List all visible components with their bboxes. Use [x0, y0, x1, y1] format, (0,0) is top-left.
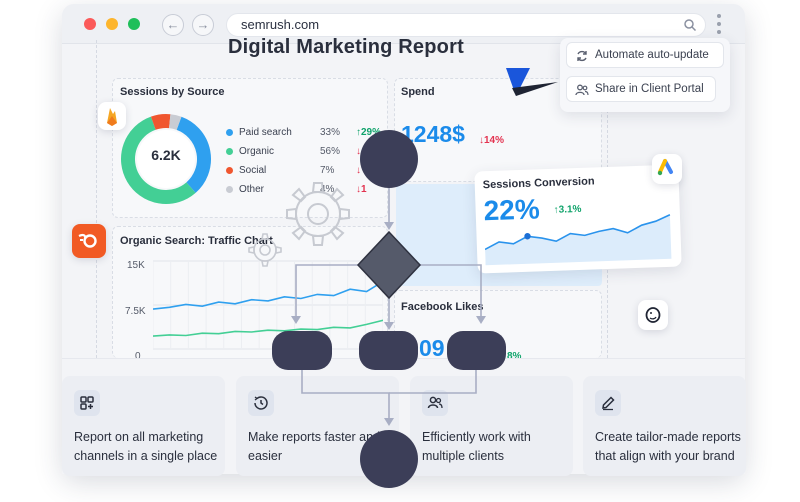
spend-change: ↓14% [479, 135, 505, 146]
button-label: Automate auto-update [595, 49, 709, 61]
y-tick-label: 15K [127, 260, 145, 271]
search-icon[interactable] [683, 18, 697, 32]
firebase-icon [98, 102, 126, 130]
flow-decision-node [356, 230, 422, 300]
flow-start-node [360, 130, 418, 188]
feature-text: Report on all marketing channels in a si… [74, 430, 218, 463]
flow-process-node-right [447, 331, 506, 370]
actions-card: Automate auto-update Share in Client Por… [560, 38, 730, 112]
flow-end-node [360, 430, 418, 488]
y-tick-label: 7.5K [125, 306, 146, 317]
conversion-area [485, 214, 672, 266]
more-menu-icon[interactable] [717, 14, 721, 36]
marketing-platform-logo-icon [502, 64, 558, 100]
minimize-window-button[interactable] [106, 18, 118, 30]
legend-label: Other [239, 184, 265, 195]
users-icon [575, 84, 589, 96]
mailchimp-icon [638, 300, 668, 330]
legend-item: Organic 56% ↓ [226, 146, 361, 157]
legend-label: Paid search [239, 127, 292, 138]
panel-title: Facebook Likes [401, 301, 484, 313]
sessions-conversion-area-chart [484, 214, 672, 266]
url-text: semrush.com [241, 17, 320, 32]
pencil-icon [595, 390, 621, 416]
legend-change: ↓1 [356, 184, 367, 195]
legend-pct: 33% [320, 127, 341, 138]
arrow-left-icon[interactable]: ← [162, 14, 184, 36]
legend-pct: 4% [320, 184, 335, 195]
legend-item: Social 7% ↓ [226, 165, 361, 176]
legend-swatch [226, 185, 233, 193]
legend-item: Other 4% ↓1 [226, 184, 367, 195]
panel-title: Spend [401, 86, 435, 98]
legend-label: Organic [239, 146, 275, 157]
clock-refresh-icon [248, 390, 274, 416]
legend-swatch [226, 147, 233, 155]
sessions-conversion-card: Sessions Conversion 22% ↑3.1% [474, 164, 682, 274]
close-window-button[interactable] [84, 18, 96, 30]
legend-item: Paid search 33% ↑29% [226, 127, 381, 138]
flow-process-node-left [272, 331, 332, 370]
legend-label: Social [239, 165, 267, 176]
google-ads-icon [652, 154, 682, 184]
panel-title: Sessions by Source [120, 86, 225, 98]
feature-card[interactable]: Report on all marketing channels in a si… [62, 376, 225, 476]
legend-swatch [226, 166, 233, 174]
organic-search-panel: Organic Search: Traffic Chart 15K 7.5K 0 [112, 226, 388, 362]
maximize-window-button[interactable] [128, 18, 140, 30]
refresh-icon [577, 50, 587, 62]
legend-swatch [226, 128, 233, 136]
automate-auto-update-button[interactable]: Automate auto-update [566, 42, 724, 68]
grid-plus-icon [74, 390, 100, 416]
users-icon [422, 390, 448, 416]
feature-card[interactable]: Create tailor-made reports that align wi… [583, 376, 746, 476]
flow-process-node-middle [359, 331, 418, 370]
arrow-right-icon[interactable]: → [192, 14, 214, 36]
donut-slice-social [150, 114, 171, 130]
feature-text: Efficiently work with multiple clients [422, 430, 531, 463]
button-label: Share in Client Portal [595, 83, 704, 95]
card-title: Sessions Conversion [482, 175, 595, 192]
feature-text: Create tailor-made reports that align wi… [595, 430, 741, 463]
donut-total: 6.2K [151, 147, 181, 163]
hubspot-icon [72, 224, 106, 258]
traffic-series-line-2 [153, 319, 383, 337]
organic-traffic-line-chart [153, 260, 383, 350]
feature-card[interactable]: Efficiently work with multiple clients [410, 376, 573, 476]
share-client-portal-button[interactable]: Share in Client Portal [566, 76, 716, 102]
panel-title: Organic Search: Traffic Chart [120, 235, 273, 247]
legend-pct: 56% [320, 146, 341, 157]
legend-pct: 7% [320, 165, 335, 176]
sessions-by-source-panel: Sessions by Source 6.2K Paid search 33% ↑2… [112, 78, 388, 218]
report-title: Digital Marketing Report [228, 36, 464, 58]
address-bar[interactable]: semrush.com [226, 13, 706, 37]
donut-slice-other [168, 114, 182, 130]
